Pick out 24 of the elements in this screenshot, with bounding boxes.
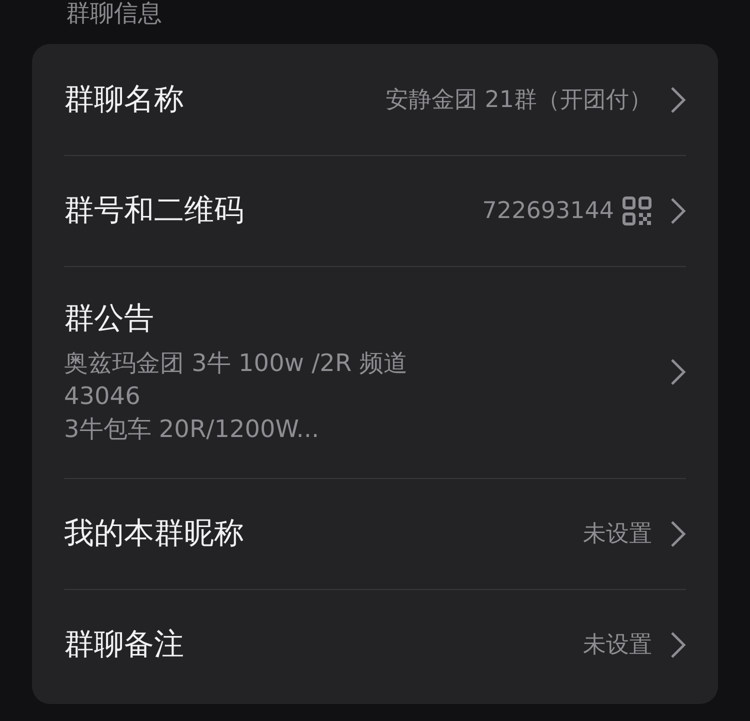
settings-row[interactable]: 群公告 奥兹玛金团 3牛 100w /2R 频道 43046 3牛包车 20R/1200W... [32, 266, 718, 478]
chevron-icon [670, 520, 686, 548]
section-title: 群聊信息 [65, 0, 163, 29]
row-value: 安静金团 21群（开团付） [385, 86, 652, 115]
chevron-icon [670, 358, 686, 386]
row-value: 未设置 [583, 631, 652, 660]
row-label: 我的本群昵称 [64, 515, 245, 553]
row-label: 群公告 [64, 300, 155, 338]
chevron-icon [670, 86, 686, 114]
chevron-icon [670, 196, 686, 224]
row-value: 722693144 [482, 198, 614, 224]
row-label: 群聊备注 [64, 626, 185, 664]
row-label: 群号和二维码 [64, 192, 245, 230]
row-value: 未设置 [583, 520, 652, 549]
row-label: 群聊名称 [64, 81, 185, 119]
chevron-icon [670, 630, 686, 658]
notice-text: 43046 [64, 381, 142, 412]
settings-row[interactable]: 群聊备注 未设置 [32, 589, 718, 700]
settings-row[interactable]: 群号和二维码 722693144 [32, 155, 718, 266]
settings-row[interactable]: 我的本群昵称 未设置 [32, 478, 718, 589]
notice-text: 3牛包车 20R/1200W... [64, 414, 320, 445]
notice-text: 奥兹玛金团 3牛 100w /2R 频道 [64, 348, 408, 379]
settings-row[interactable]: 群聊名称 安静金团 21群（开团付） [32, 44, 718, 155]
qr-code-icon [622, 196, 652, 226]
